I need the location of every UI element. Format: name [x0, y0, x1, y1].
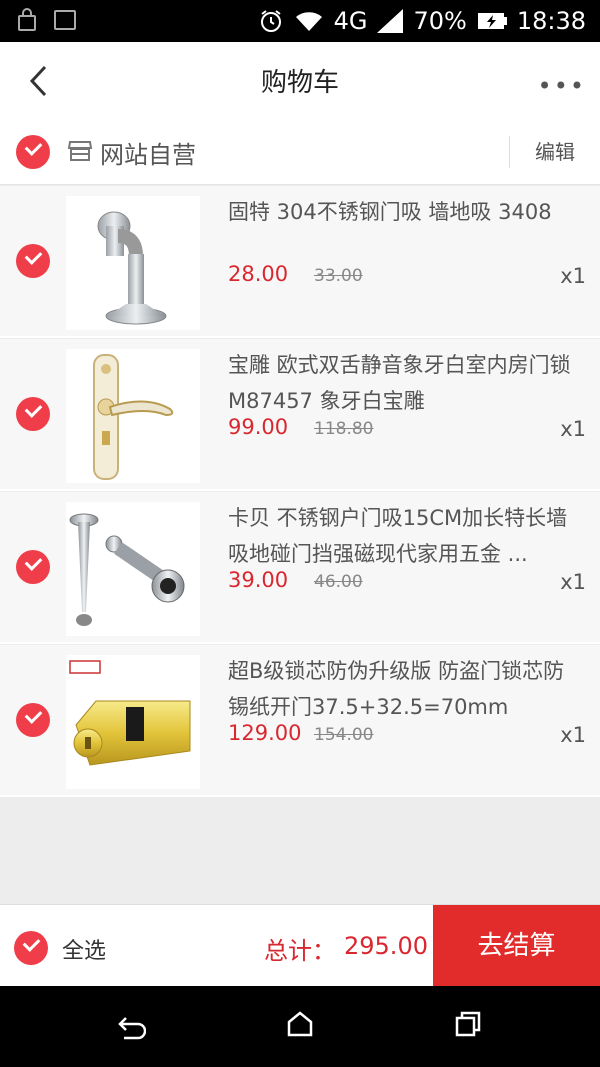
store-icon: [68, 141, 92, 161]
product-quantity: x1: [560, 417, 586, 441]
product-thumbnail[interactable]: [66, 349, 200, 483]
product-quantity: x1: [560, 570, 586, 594]
image-notification-icon: [54, 10, 76, 30]
cart-item[interactable]: 宝雕 欧式双舌静音象牙白室内房门锁M87457 象牙白宝雕 99.00 118.…: [0, 339, 600, 491]
item-select-checkbox[interactable]: [16, 703, 50, 737]
top-app-bar: 购物车 •••: [0, 42, 600, 120]
nav-back-icon[interactable]: [118, 1016, 146, 1040]
product-thumbnail[interactable]: [66, 196, 200, 330]
product-thumbnail[interactable]: [66, 655, 200, 789]
product-price: 129.00: [228, 721, 302, 745]
wifi-icon: [295, 12, 322, 32]
page-title: 购物车: [260, 68, 339, 98]
long-door-stopper-image: [69, 513, 185, 626]
original-price: 154.00: [314, 725, 374, 745]
door-lock-image: [93, 354, 174, 480]
checkout-button[interactable]: 去结算: [433, 905, 600, 987]
store-select-checkbox[interactable]: [16, 135, 50, 169]
product-price: 39.00: [228, 568, 289, 592]
product-name[interactable]: 固特 304不锈钢门吸 墙地吸 3408: [228, 194, 584, 230]
original-price: 33.00: [314, 266, 363, 286]
alarm-icon: [260, 10, 281, 32]
battery-percent: 70%: [413, 7, 467, 35]
edit-button[interactable]: 编辑: [509, 136, 600, 168]
cart-item[interactable]: 固特 304不锈钢门吸 墙地吸 3408 28.00 33.00 x1: [0, 186, 600, 338]
status-bar: 4G 70% 18:38: [0, 0, 600, 42]
store-header: 网站自营 编辑: [0, 120, 600, 185]
lock-icon: [18, 8, 36, 31]
product-quantity: x1: [560, 723, 586, 747]
checkout-bar: 全选 总计： 295.00 去结算: [0, 904, 600, 987]
product-name[interactable]: 超B级锁芯防伪升级版 防盗门锁芯防锡纸开门37.5+32.5=70mm: [228, 653, 584, 725]
more-options-button[interactable]: •••: [538, 72, 586, 100]
item-select-checkbox[interactable]: [16, 244, 50, 278]
nav-recent-apps-icon[interactable]: [454, 1010, 482, 1038]
product-price: 99.00: [228, 415, 289, 439]
product-name[interactable]: 宝雕 欧式双舌静音象牙白室内房门锁M87457 象牙白宝雕: [228, 347, 584, 419]
store-name: 网站自营: [100, 141, 196, 169]
product-quantity: x1: [560, 264, 586, 288]
product-price: 28.00: [228, 262, 289, 286]
original-price: 46.00: [314, 572, 363, 592]
select-all-checkbox[interactable]: [14, 931, 48, 965]
signal-icon: [377, 9, 404, 33]
network-type: 4G: [333, 7, 368, 35]
nav-home-icon[interactable]: [286, 1010, 314, 1038]
select-all-label[interactable]: 全选: [62, 933, 106, 965]
door-stopper-image: [97, 211, 167, 325]
total-label: 总计：: [264, 937, 336, 965]
item-select-checkbox[interactable]: [16, 397, 50, 431]
battery-charging-icon: [477, 13, 507, 29]
total-amount: 295.00: [344, 932, 428, 960]
clock-time: 18:38: [516, 7, 586, 35]
cart-item[interactable]: 超B级锁芯防伪升级版 防盗门锁芯防锡纸开门37.5+32.5=70mm 129.…: [0, 645, 600, 797]
item-select-checkbox[interactable]: [16, 550, 50, 584]
product-thumbnail[interactable]: [66, 502, 200, 636]
cart-item[interactable]: 卡贝 不锈钢户门吸15CM加长特长墙吸地碰门挡强磁现代家用五金 ... 39.0…: [0, 492, 600, 644]
product-name[interactable]: 卡贝 不锈钢户门吸15CM加长特长墙吸地碰门挡强磁现代家用五金 ...: [228, 500, 584, 572]
original-price: 118.80: [314, 419, 374, 439]
system-navigation-bar: [0, 986, 600, 1067]
lock-cylinder-image: [69, 660, 191, 766]
